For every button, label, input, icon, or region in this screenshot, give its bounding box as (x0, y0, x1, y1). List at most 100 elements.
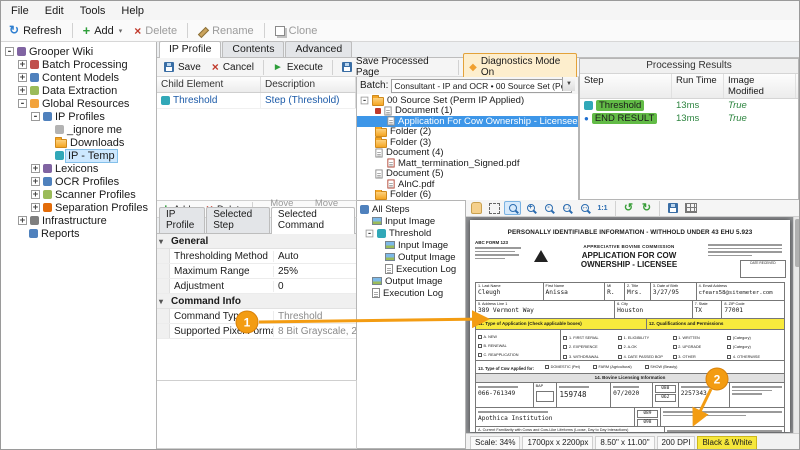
expand-icon[interactable]: + (18, 60, 27, 69)
steps-node-execution-log[interactable]: Execution Log (357, 287, 465, 299)
batch-node[interactable]: Folder (6) (357, 190, 578, 201)
steps-node-input-image[interactable]: Input Image (357, 215, 465, 227)
collapse-icon[interactable]: - (31, 112, 40, 121)
actual-size-button[interactable]: 1:1 (594, 201, 611, 215)
tab-contents[interactable]: Contents (222, 41, 284, 57)
rotate-left-button[interactable]: ↺ (620, 201, 637, 215)
collapse-icon[interactable]: - (361, 96, 369, 104)
tab-ip-profile-props[interactable]: IP Profile (159, 207, 205, 233)
select-region-button[interactable] (486, 201, 503, 215)
nav-item-lexicons[interactable]: +Lexicons (1, 162, 156, 175)
table-row[interactable]: Threshold Step (Threshold) (157, 93, 356, 109)
property-value[interactable]: 0 (274, 281, 356, 292)
property-value[interactable]: Auto (274, 251, 356, 262)
nav-item-reports[interactable]: Reports (1, 227, 156, 240)
expand-icon[interactable]: + (31, 190, 40, 199)
nav-item-separation-profiles[interactable]: +Separation Profiles (1, 201, 156, 214)
property-value[interactable]: 25% (274, 266, 356, 277)
property-group-general[interactable]: General (157, 234, 356, 249)
scrollbar-thumb[interactable] (795, 219, 800, 267)
nav-item-content-models[interactable]: +Content Models (1, 71, 156, 84)
fit-width-button[interactable]: ↔ (576, 201, 593, 215)
collapse-icon[interactable]: - (5, 47, 14, 56)
expand-icon[interactable]: + (31, 177, 40, 186)
result-row-end-result[interactable]: ●END RESULT 13ms True (580, 112, 798, 125)
nav-item-data-extraction[interactable]: +Data Extraction (1, 84, 156, 97)
expand-icon[interactable]: + (31, 203, 40, 212)
batch-node[interactable]: Folder (3) (357, 137, 578, 148)
image-viewer[interactable]: PERSONALLY IDENTIFIABLE INFORMATION - WI… (466, 217, 800, 433)
thumbnail-view-button[interactable] (682, 201, 699, 215)
column-image-modified[interactable]: Image Modified (724, 74, 796, 98)
menu-tools[interactable]: Tools (72, 3, 114, 19)
tab-selected-step[interactable]: Selected Step (206, 207, 270, 233)
property-group-command-info[interactable]: Command Info (157, 294, 356, 309)
tab-ip-profile[interactable]: IP Profile (159, 41, 221, 58)
property-row[interactable]: Supported Pixel Formats 8 Bit Grayscale,… (157, 324, 356, 339)
nav-item-grooper-wiki[interactable]: -Grooper Wiki (1, 45, 156, 58)
batch-node[interactable]: -00 Source Set (Perm IP Applied) (357, 95, 578, 106)
nav-item-batch-processing[interactable]: +Batch Processing (1, 58, 156, 71)
delete-button[interactable]: × Delete (129, 23, 182, 39)
zoom-region-button[interactable] (504, 201, 521, 215)
property-row[interactable]: Maximum Range 25% (157, 264, 356, 279)
save-button[interactable]: Save (159, 60, 206, 75)
batch-node[interactable]: Matt_termination_Signed.pdf (357, 158, 578, 169)
tab-selected-command[interactable]: Selected Command (271, 207, 355, 234)
nav-item-infrastructure[interactable]: +Infrastructure (1, 214, 156, 227)
column-child-element[interactable]: Child Element (157, 77, 261, 92)
menu-edit[interactable]: Edit (37, 3, 72, 19)
viewer-scrollbar[interactable] (793, 217, 800, 433)
menu-file[interactable]: File (3, 3, 37, 19)
collapse-icon[interactable]: - (366, 229, 374, 237)
expand-icon[interactable]: + (31, 164, 40, 173)
property-row[interactable]: Adjustment 0 (157, 279, 356, 294)
child-element-name[interactable]: Threshold (173, 95, 217, 106)
batch-node[interactable]: Document (1) (357, 106, 578, 117)
cancel-button[interactable]: × Cancel (207, 60, 259, 75)
nav-item-ip-profiles[interactable]: -IP Profiles (1, 110, 156, 123)
zoom-out-button[interactable]: - (540, 201, 557, 215)
steps-node-input-image-child[interactable]: Input Image (357, 239, 465, 251)
steps-node-execution-log-child[interactable]: Execution Log (357, 263, 465, 275)
collapse-icon[interactable]: - (18, 99, 27, 108)
refresh-button[interactable]: ↻ Refresh (4, 23, 67, 39)
expand-icon[interactable]: + (18, 216, 27, 225)
nav-item-global-resources[interactable]: -Global Resources (1, 97, 156, 110)
steps-node-output-image-child[interactable]: Output Image (357, 251, 465, 263)
column-run-time[interactable]: Run Time (672, 74, 724, 98)
pan-tool-button[interactable] (468, 201, 485, 215)
nav-item-ocr-profiles[interactable]: +OCR Profiles (1, 175, 156, 188)
column-description[interactable]: Description (261, 77, 356, 92)
expand-icon[interactable]: + (18, 86, 27, 95)
clone-button[interactable]: Clone (270, 23, 323, 39)
batch-node[interactable]: AlnC.pdf (357, 179, 578, 190)
rotate-right-button[interactable]: ↻ (638, 201, 655, 215)
nav-item-ip-temp[interactable]: IP - Temp (1, 149, 156, 162)
column-step[interactable]: Step (580, 74, 672, 98)
batch-node[interactable]: Document (4) (357, 148, 578, 159)
fit-page-button[interactable]: □ (558, 201, 575, 215)
document-page[interactable]: PERSONALLY IDENTIFIABLE INFORMATION - WI… (470, 220, 790, 432)
batch-dropdown[interactable]: Consultant - IP and OCR • 00 Source Set … (391, 79, 572, 93)
batch-node[interactable]: Document (5) (357, 169, 578, 180)
save-image-button[interactable] (664, 201, 681, 215)
nav-item-ignore-me[interactable]: _ignore me (1, 123, 156, 136)
chevron-down-icon[interactable]: ▼ (562, 77, 575, 91)
nav-item-downloads[interactable]: Downloads (1, 136, 156, 149)
expand-icon[interactable]: + (18, 73, 27, 82)
rename-button[interactable]: Rename (193, 23, 259, 39)
steps-node-output-image[interactable]: Output Image (357, 275, 465, 287)
property-row[interactable]: Command Type Threshold (157, 309, 356, 324)
property-row[interactable]: Thresholding Method Auto (157, 249, 356, 264)
nav-item-scanner-profiles[interactable]: +Scanner Profiles (1, 188, 156, 201)
steps-node-all-steps[interactable]: All Steps (357, 203, 465, 215)
add-button[interactable]: + Add ▾ (78, 23, 128, 39)
result-row-threshold[interactable]: Threshold 13ms True (580, 99, 798, 112)
menu-help[interactable]: Help (113, 3, 152, 19)
zoom-in-button[interactable]: + (522, 201, 539, 215)
batch-node-selected[interactable]: Application For Cow Ownership - Licensee… (357, 116, 578, 127)
execute-button[interactable]: ► Execute (268, 60, 328, 75)
batch-node[interactable]: Folder (2) (357, 127, 578, 138)
steps-node-threshold[interactable]: -Threshold (357, 227, 465, 239)
